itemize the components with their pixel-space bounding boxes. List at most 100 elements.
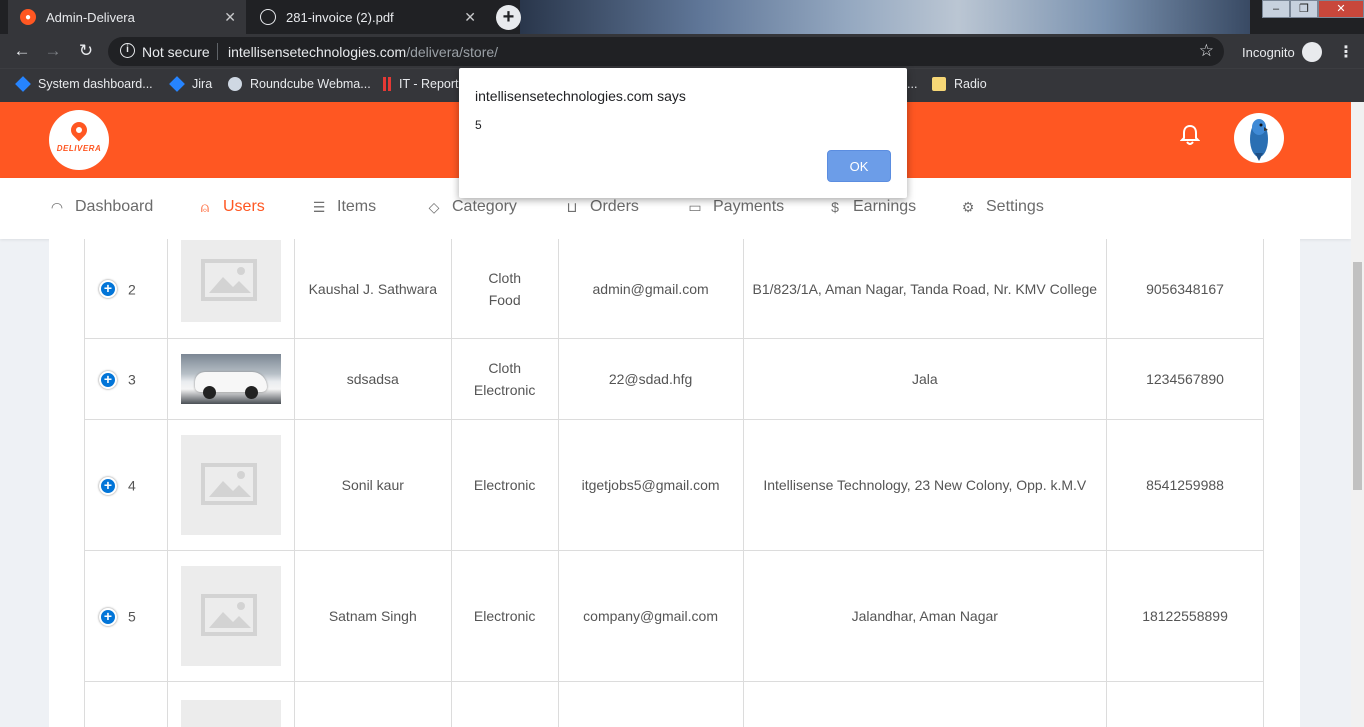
wallet-icon: ▭ [688,198,702,215]
bookmark-system-dashboard[interactable]: System dashboard... [15,76,153,92]
cart-icon: ⊔ [566,198,578,215]
incognito-label: Incognito [1242,45,1295,60]
close-tab-icon[interactable]: ✕ [224,9,236,26]
table-row: +3 sdsadsa Cloth Electronic 22@sdad.hfg J… [84,338,1264,420]
browser-tab-strip: ● Admin-Delivera ✕ 281-invoice (2).pdf ✕… [0,0,1364,34]
expand-row-icon[interactable]: + [99,476,117,495]
menu-items[interactable]: ☰ Items [310,198,376,216]
bookmark-truncated[interactable]: ... [907,77,917,91]
tab-admin-delivera[interactable]: ● Admin-Delivera ✕ [8,0,246,34]
parrot-avatar-icon [1250,119,1268,161]
menu-kebab-icon[interactable]: ⋮ [1338,42,1354,62]
brand-name: DELIVERA [56,144,102,153]
menu-settings[interactable]: ⚙ Settings [959,198,1044,216]
name-cell: Sonil kaur [293,419,452,551]
index-cell: +5 [84,550,168,682]
name-cell: Kaushal J. Sathwara [293,239,452,339]
table-row: +4 Sonil kaur Electronic itgetjobs5@gmai… [84,419,1264,551]
menu-payments[interactable]: ▭ Payments [686,198,784,216]
bookmark-jira[interactable]: Jira [169,76,212,92]
info-icon[interactable]: i [120,43,135,58]
reload-icon[interactable]: ↻ [75,41,97,61]
forward-arrow-icon[interactable]: → [42,41,64,61]
table-row [84,681,1264,727]
delivera-logo[interactable]: DELIVERA [49,110,109,170]
menu-orders[interactable]: ⊔ Orders [563,198,639,216]
map-pin-icon [67,118,91,142]
bookmark-star-icon[interactable]: ☆ [1199,41,1214,61]
table-row: +5 Satnam Singh Electronic company@gmail… [84,550,1264,682]
menu-category[interactable]: ◇ Category [425,198,517,216]
tab-title: 281-invoice (2).pdf [286,9,394,25]
minimize-button[interactable]: – [1262,0,1290,18]
globe-icon [260,9,276,25]
index-cell [84,681,168,727]
email-cell: itgetjobs5@gmail.com [557,419,744,551]
address-cell: B1/823/1A, Aman Nagar, Tanda Road, Nr. K… [742,239,1108,339]
security-label: Not secure [142,44,210,60]
tab-invoice-pdf[interactable]: 281-invoice (2).pdf ✕ [248,0,486,34]
email-cell: admin@gmail.com [557,239,744,339]
url-text[interactable]: intellisensetechnologies.com/delivera/st… [228,44,498,60]
menu-users[interactable]: ⍝ Users [196,198,265,216]
bookmark-roundcube[interactable]: Roundcube Webma... [228,77,371,91]
name-cell: sdsadsa [293,338,452,420]
jira-diamond-icon [169,76,185,92]
bookmark-radio[interactable]: Radio [932,77,987,91]
expand-row-icon[interactable]: + [99,280,117,299]
image-cell [166,550,295,682]
gear-icon: ⚙ [961,198,975,215]
bell-icon[interactable] [1180,124,1200,146]
close-tab-icon[interactable]: ✕ [464,9,476,26]
maximize-button[interactable]: ❐ [1290,0,1318,18]
category-cell: Electronic [450,419,559,551]
image-placeholder-icon [180,435,281,535]
report-icon [383,77,391,91]
phone-cell: 9056348167 [1106,239,1264,339]
tag-icon: ◇ [428,198,440,215]
index-cell: +2 [84,239,168,339]
expand-row-icon[interactable]: + [99,370,117,389]
bookmark-it-report[interactable]: IT - Report [383,77,459,91]
phone-cell: 18122558899 [1106,550,1264,682]
new-tab-button[interactable]: + [496,5,521,30]
address-bar[interactable]: i Not secure intellisensetechnologies.co… [108,37,1224,66]
category-cell: Electronic [450,550,559,682]
image-placeholder-icon [180,239,281,322]
image-cell [166,681,295,727]
table-row: +2 Kaushal J. Sathwara Cloth Food admin@g… [84,239,1264,339]
image-placeholder-icon [180,699,281,727]
email-cell [557,681,744,727]
alert-title: intellisensetechnologies.com says [475,88,686,104]
browser-toolbar: ← → ↻ i Not secure intellisensetechnolog… [0,34,1364,68]
page-scrollbar[interactable] [1351,102,1364,727]
email-cell: 22@sdad.hfg [557,338,744,420]
address-cell: Jalandhar, Aman Nagar [742,550,1108,682]
address-cell: Intellisense Technology, 23 New Colony, … [742,419,1108,551]
email-cell: company@gmail.com [557,550,744,682]
image-cell [166,419,295,551]
expand-row-icon[interactable]: + [99,607,117,626]
phone-cell [1106,681,1264,727]
window-close-button[interactable]: ✕ [1318,0,1364,18]
alert-dialog: intellisensetechnologies.com says 5 OK [459,68,907,198]
name-cell [293,681,452,727]
ok-button[interactable]: OK [827,150,891,182]
index-cell: +3 [84,338,168,420]
incognito-icon[interactable] [1302,42,1322,62]
menu-earnings[interactable]: $ Earnings [826,198,916,216]
image-placeholder-icon [180,566,281,666]
desktop-background [520,0,1250,34]
address-cell: Jala [742,338,1108,420]
menu-dashboard[interactable]: ◠ Dashboard [48,198,153,216]
image-cell [166,338,295,420]
delivera-favicon-icon: ● [20,9,36,25]
list-icon: ☰ [312,198,326,215]
back-arrow-icon[interactable]: ← [11,41,33,61]
car-photo [180,354,281,404]
scrollbar-thumb[interactable] [1353,262,1362,490]
category-cell: Cloth Electronic [450,338,559,420]
address-cell [742,681,1108,727]
jira-diamond-icon [15,76,31,92]
user-avatar[interactable] [1234,113,1284,163]
